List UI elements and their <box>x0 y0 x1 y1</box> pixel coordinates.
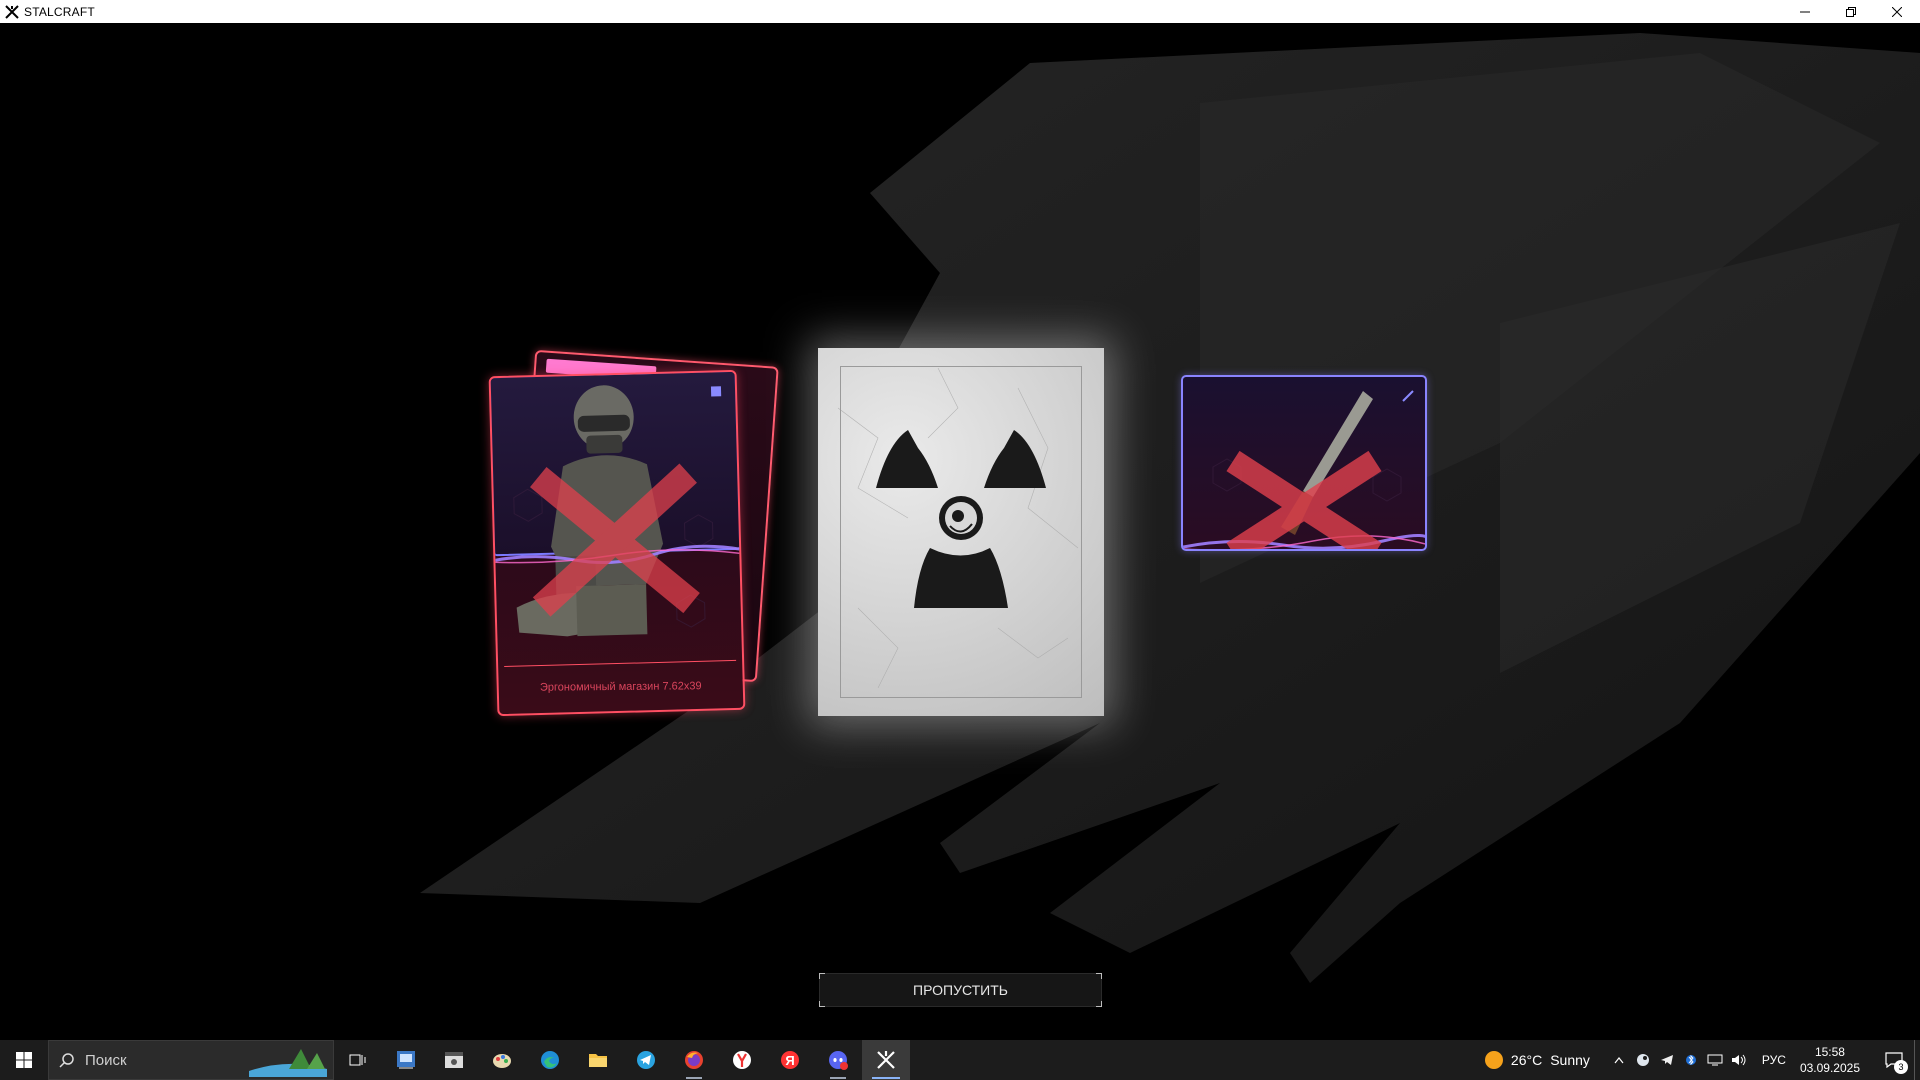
notification-count-badge: 3 <box>1894 1060 1908 1074</box>
bluetooth-icon[interactable] <box>1682 1051 1700 1069</box>
windows-logo-icon <box>16 1052 32 1068</box>
minimize-button[interactable] <box>1782 0 1828 23</box>
clock-time: 15:58 <box>1814 1045 1845 1059</box>
rejected-card-right[interactable] <box>1181 375 1427 551</box>
item-category-icon <box>1402 390 1414 402</box>
restore-button[interactable] <box>1828 0 1874 23</box>
taskbar-clock[interactable]: 15:58 03.09.2025 <box>1800 1044 1860 1076</box>
task-view-icon[interactable] <box>334 1040 382 1080</box>
edge-browser-icon[interactable] <box>526 1040 574 1080</box>
window-title: STALCRAFT <box>24 4 95 19</box>
telegram-tray-icon[interactable] <box>1658 1051 1676 1069</box>
steam-icon[interactable] <box>1634 1051 1652 1069</box>
clock-date: 03.09.2025 <box>1799 1061 1860 1075</box>
selected-card-center[interactable] <box>818 348 1104 716</box>
show-desktop-button[interactable] <box>1914 1040 1920 1080</box>
weather-condition: Sunny <box>1550 1052 1590 1068</box>
taskbar-search-box[interactable]: Поиск <box>48 1040 334 1080</box>
card-inner-border <box>840 366 1082 698</box>
item-category-icon <box>710 386 722 397</box>
weather-temperature: 26°C <box>1510 1052 1543 1068</box>
yandex-browser-icon[interactable] <box>718 1040 766 1080</box>
skip-button[interactable]: ПРОПУСТИТЬ <box>819 973 1102 1007</box>
paint-icon[interactable] <box>478 1040 526 1080</box>
start-button[interactable] <box>0 1040 48 1080</box>
close-button[interactable] <box>1874 0 1920 23</box>
media-creation-icon[interactable] <box>430 1040 478 1080</box>
search-highlight-illustration <box>249 1049 327 1077</box>
search-placeholder: Поиск <box>85 1051 127 1069</box>
sun-icon <box>1484 1051 1503 1069</box>
volume-icon[interactable] <box>1730 1051 1748 1069</box>
windows-taskbar: Поиск Я 26°C Sunny РУС 15:58 03.09.2025 … <box>0 1040 1920 1080</box>
network-icon[interactable] <box>1706 1051 1724 1069</box>
stalcraft-app-icon <box>4 4 20 20</box>
rejected-card-left[interactable]: Эргономичный магазин 7.62x39 <box>488 369 746 717</box>
game-viewport: Эргономичный магазин 7.62x39 ПРОПУСТИТЬ <box>0 23 1920 1040</box>
search-icon <box>59 1053 74 1068</box>
card-item-name: Эргономичный магазин 7.62x39 <box>539 680 702 694</box>
discord-icon[interactable] <box>814 1040 862 1080</box>
input-language-indicator[interactable]: РУС <box>1762 1053 1786 1067</box>
action-center-button[interactable]: 3 <box>1874 1040 1914 1080</box>
chevron-up-icon[interactable] <box>1610 1051 1628 1069</box>
svg-text:Я: Я <box>785 1053 794 1068</box>
control-panel-icon[interactable] <box>382 1040 430 1080</box>
firefox-icon[interactable] <box>670 1040 718 1080</box>
knife-item-image <box>1183 390 1425 549</box>
skip-button-label: ПРОПУСТИТЬ <box>913 982 1008 998</box>
yandex-icon[interactable]: Я <box>766 1040 814 1080</box>
window-titlebar: STALCRAFT <box>0 0 1920 23</box>
system-tray <box>1610 1051 1748 1069</box>
stalcraft-taskbar-icon[interactable] <box>862 1040 910 1080</box>
weather-widget[interactable]: 26°C Sunny <box>1484 1051 1590 1069</box>
rejected-cross-icon <box>1226 450 1382 549</box>
file-explorer-icon[interactable] <box>574 1040 622 1080</box>
telegram-icon[interactable] <box>622 1040 670 1080</box>
